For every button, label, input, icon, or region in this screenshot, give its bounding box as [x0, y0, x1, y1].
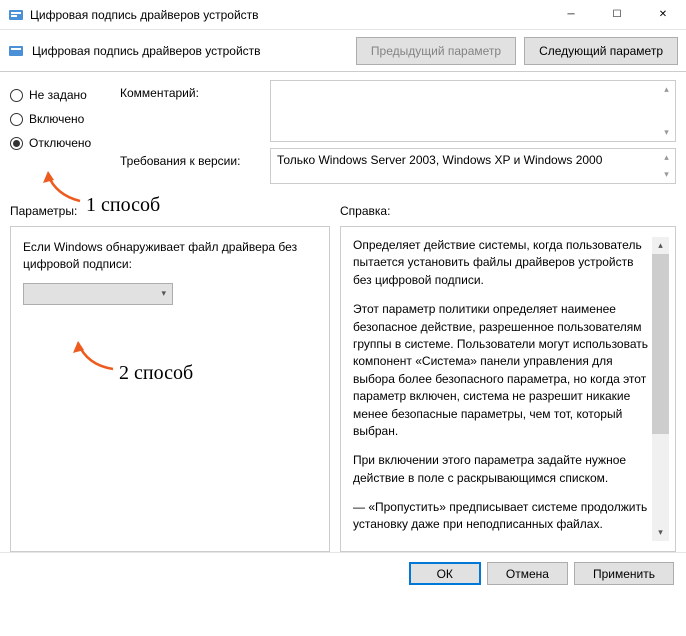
- scroll-thumb[interactable]: [652, 254, 669, 434]
- radio-label: Включено: [29, 112, 84, 126]
- window-title: Цифровая подпись драйверов устройств: [30, 8, 548, 22]
- scroll-down-icon[interactable]: ▾: [658, 166, 675, 183]
- params-box: Если Windows обнаруживает файл драйвера …: [10, 226, 330, 552]
- scroll-up-icon[interactable]: ▴: [658, 81, 675, 98]
- lower-panel: Если Windows обнаруживает файл драйвера …: [0, 222, 686, 552]
- requirements-value: Только Windows Server 2003, Windows XP и…: [270, 148, 676, 184]
- help-box: Определяет действие системы, когда польз…: [340, 226, 676, 552]
- help-text: Определяет действие системы, когда польз…: [353, 237, 648, 541]
- scroll-down-icon[interactable]: ▾: [658, 124, 675, 141]
- policy-icon: [8, 43, 24, 59]
- help-p2: Этот параметр политики определяет наимен…: [353, 301, 648, 440]
- titlebar: Цифровая подпись драйверов устройств ─ ☐…: [0, 0, 686, 30]
- scroll-up-icon[interactable]: ▴: [658, 149, 675, 166]
- radio-icon: [10, 89, 23, 102]
- footer: ОК Отмена Применить: [0, 552, 686, 594]
- comment-label: Комментарий:: [120, 80, 270, 142]
- help-scrollbar[interactable]: ▴ ▾: [652, 237, 669, 541]
- radio-enabled[interactable]: Включено: [10, 112, 120, 126]
- app-icon: [8, 7, 24, 23]
- radio-disabled[interactable]: Отключено: [10, 136, 120, 150]
- section-labels: Параметры: Справка:: [0, 190, 686, 222]
- scrollbar[interactable]: ▴ ▾: [658, 81, 675, 141]
- state-column: Не задано Включено Отключено: [10, 80, 120, 190]
- close-button[interactable]: ✕: [640, 0, 686, 30]
- requirements-label: Требования к версии:: [120, 148, 270, 184]
- params-text: Если Windows обнаруживает файл драйвера …: [23, 239, 317, 273]
- minimize-button[interactable]: ─: [548, 0, 594, 30]
- comment-input[interactable]: ▴ ▾: [270, 80, 676, 142]
- scrollbar[interactable]: ▴ ▾: [658, 149, 675, 183]
- scroll-down-icon[interactable]: ▾: [652, 524, 669, 541]
- requirements-row: Требования к версии: Только Windows Serv…: [120, 148, 676, 184]
- scroll-track[interactable]: [652, 434, 669, 524]
- upper-panel: Не задано Включено Отключено Комментарий…: [0, 72, 686, 190]
- next-setting-button[interactable]: Следующий параметр: [524, 37, 678, 65]
- scroll-up-icon[interactable]: ▴: [652, 237, 669, 254]
- toolbar-title: Цифровая подпись драйверов устройств: [32, 44, 348, 58]
- ok-button[interactable]: ОК: [409, 562, 481, 585]
- help-p4: — «Пропустить» предписывает системе прод…: [353, 499, 648, 534]
- fields-column: Комментарий: ▴ ▾ Требования к версии: То…: [120, 80, 676, 190]
- params-section-label: Параметры:: [10, 204, 340, 218]
- maximize-button[interactable]: ☐: [594, 0, 640, 30]
- toolbar: Цифровая подпись драйверов устройств Пре…: [0, 30, 686, 72]
- action-dropdown[interactable]: ▾: [23, 283, 173, 305]
- radio-icon: [10, 137, 23, 150]
- cancel-button[interactable]: Отмена: [487, 562, 568, 585]
- comment-row: Комментарий: ▴ ▾: [120, 80, 676, 142]
- chevron-down-icon: ▾: [161, 288, 166, 299]
- window-controls: ─ ☐ ✕: [548, 0, 686, 30]
- help-section-label: Справка:: [340, 204, 390, 218]
- radio-label: Не задано: [29, 88, 87, 102]
- radio-label: Отключено: [29, 136, 91, 150]
- help-p1: Определяет действие системы, когда польз…: [353, 237, 648, 289]
- radio-icon: [10, 113, 23, 126]
- help-p3: При включении этого параметра задайте ну…: [353, 452, 648, 487]
- apply-button[interactable]: Применить: [574, 562, 674, 585]
- requirements-text: Только Windows Server 2003, Windows XP и…: [277, 153, 602, 167]
- radio-not-configured[interactable]: Не задано: [10, 88, 120, 102]
- prev-setting-button[interactable]: Предыдущий параметр: [356, 37, 516, 65]
